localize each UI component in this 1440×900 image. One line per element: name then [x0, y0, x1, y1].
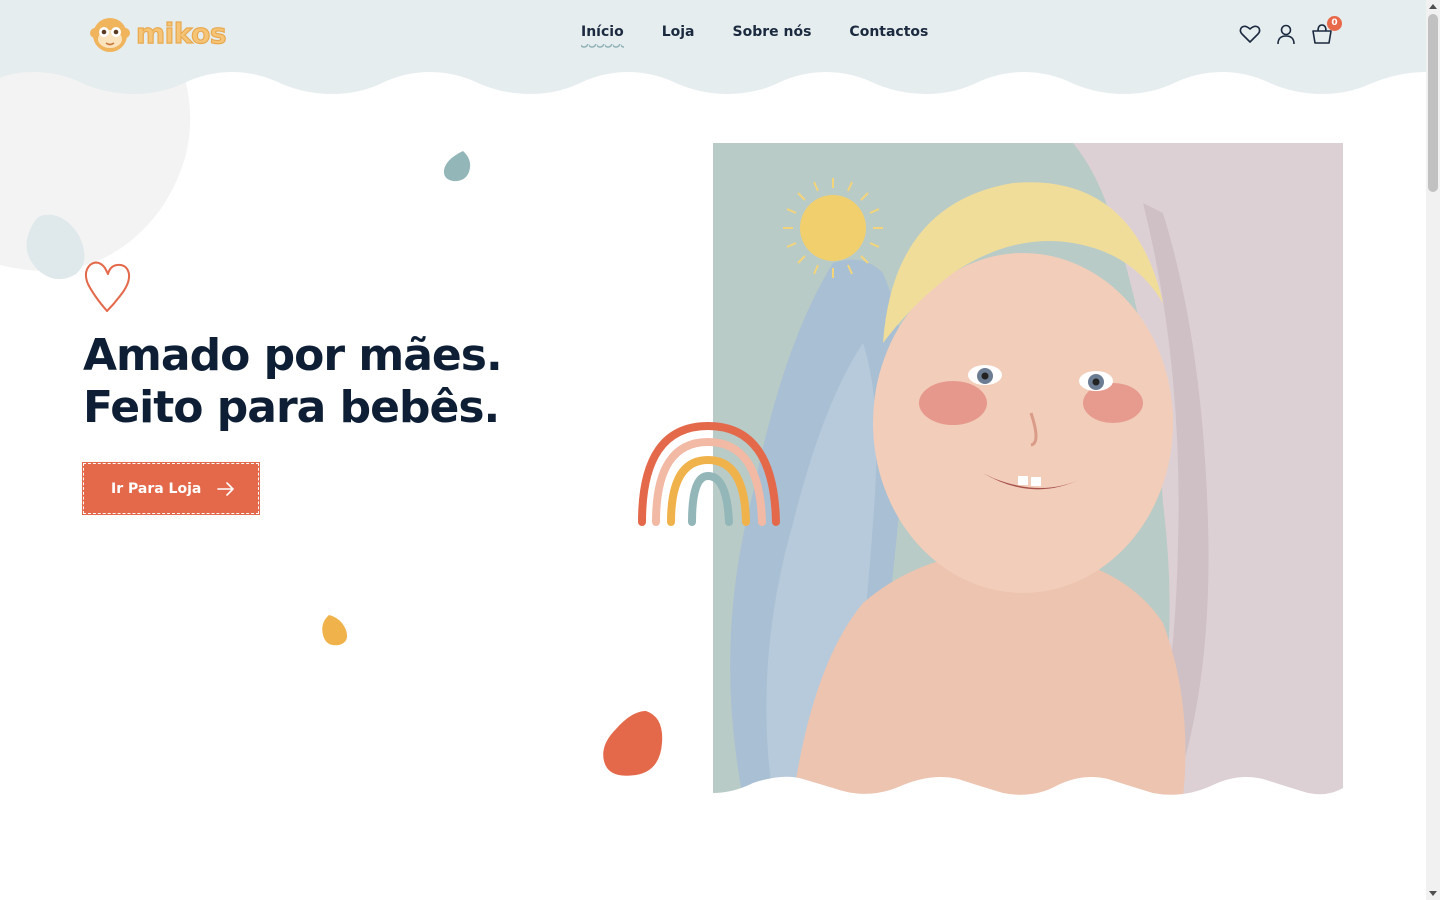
arrow-right-icon — [217, 481, 235, 496]
hero-headline: Amado por mães. Feito para bebês. — [83, 330, 503, 434]
scrollbar-thumb[interactable] — [1428, 14, 1438, 192]
scroll-down-arrow-icon[interactable] — [1429, 891, 1437, 896]
yellow-drop-decoration — [322, 615, 348, 646]
teal-drop-decoration — [26, 214, 85, 280]
heart-doodle-icon — [84, 261, 131, 312]
page: mikos Início Loja Sobre nós Contactos 0 … — [0, 0, 1426, 900]
page-scrollbar[interactable] — [1426, 0, 1440, 900]
nav-item-loja[interactable]: Loja — [662, 22, 695, 42]
hero-headline-line-1: Amado por mães. — [83, 330, 503, 381]
main-nav: Início Loja Sobre nós Contactos — [581, 22, 928, 48]
shop-cta-label: Ir Para Loja — [111, 480, 202, 497]
rainbow-sticker — [638, 421, 780, 526]
nav-item-inicio[interactable]: Início — [581, 22, 624, 48]
hero-baby-photo — [713, 143, 1343, 798]
monkey-face-icon — [90, 14, 130, 54]
hero-headline-line-2: Feito para bebês. — [83, 382, 500, 433]
shop-cta-button[interactable]: Ir Para Loja — [82, 462, 260, 515]
nav-item-contactos[interactable]: Contactos — [849, 22, 928, 42]
teal-drop-decoration — [443, 151, 471, 182]
site-header: mikos Início Loja Sobre nós Contactos 0 — [0, 0, 1426, 96]
brand-name: mikos — [135, 17, 227, 50]
heart-outline-icon[interactable] — [1238, 22, 1262, 46]
basket-icon[interactable]: 0 — [1310, 16, 1342, 46]
orange-drop-decoration — [603, 711, 663, 776]
cart-count-badge: 0 — [1327, 16, 1342, 31]
brand-logo[interactable]: mikos — [90, 14, 227, 54]
header-actions: 0 — [1238, 16, 1342, 46]
scroll-up-arrow-icon[interactable] — [1429, 4, 1437, 9]
nav-item-sobre-nos[interactable]: Sobre nós — [733, 22, 812, 42]
user-icon[interactable] — [1274, 22, 1298, 46]
